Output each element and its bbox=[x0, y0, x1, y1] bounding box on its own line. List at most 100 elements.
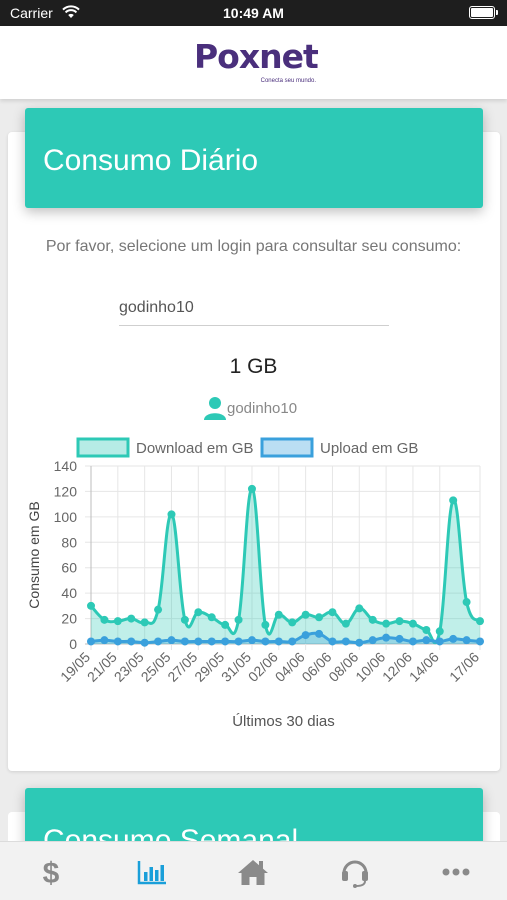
download-data-point bbox=[328, 608, 337, 617]
tab-bar: $ bbox=[0, 841, 507, 900]
login-input[interactable] bbox=[119, 290, 389, 326]
download-data-point bbox=[234, 615, 243, 624]
download-data-point bbox=[462, 598, 471, 607]
x-tick-label: 04/06 bbox=[272, 649, 308, 685]
selected-user: godinho10 bbox=[204, 396, 297, 420]
x-tick-label: 25/05 bbox=[138, 649, 174, 685]
login-instruction: Por favor, selecione um login para consu… bbox=[45, 238, 462, 255]
download-data-point bbox=[435, 627, 444, 636]
x-axis-title: Últimos 30 dias bbox=[232, 713, 335, 730]
download-data-point bbox=[315, 613, 324, 622]
tab-billing[interactable]: $ bbox=[0, 842, 101, 900]
daily-card-title: Consumo Diário bbox=[43, 144, 259, 177]
home-icon bbox=[238, 859, 269, 885]
selected-user-name: godinho10 bbox=[227, 399, 298, 417]
upload-data-point bbox=[247, 636, 256, 645]
y-tick-label: 100 bbox=[54, 509, 78, 525]
x-tick-label: 17/06 bbox=[446, 649, 482, 685]
headset-icon bbox=[341, 860, 368, 888]
x-tick-label: 12/06 bbox=[379, 649, 415, 685]
x-tick-label: 21/05 bbox=[84, 649, 120, 685]
upload-data-point bbox=[194, 637, 203, 646]
status-bar: Carrier 10:49 AM bbox=[0, 0, 507, 26]
y-tick-label: 140 bbox=[54, 458, 78, 474]
upload-data-point bbox=[476, 637, 484, 646]
download-data-point bbox=[368, 615, 377, 624]
download-data-point bbox=[449, 496, 458, 505]
upload-data-point bbox=[234, 637, 243, 646]
upload-data-point bbox=[355, 638, 364, 647]
upload-data-point bbox=[87, 637, 95, 646]
download-data-point bbox=[207, 613, 216, 622]
download-data-point bbox=[221, 620, 230, 629]
download-data-point bbox=[382, 619, 391, 628]
download-data-point bbox=[341, 619, 350, 628]
tab-home[interactable] bbox=[203, 842, 304, 900]
x-tick-label: 14/06 bbox=[406, 649, 442, 685]
upload-data-point bbox=[127, 637, 136, 646]
upload-data-point bbox=[301, 631, 310, 640]
svg-text:$: $ bbox=[42, 857, 59, 889]
download-data-point bbox=[154, 605, 163, 614]
download-data-point bbox=[127, 614, 136, 623]
download-series-area bbox=[91, 488, 480, 644]
upload-data-point bbox=[274, 637, 283, 646]
total-consumption: 1 GB bbox=[229, 355, 278, 378]
poxnet-logo: Poxnet Conecta seu mundo. bbox=[194, 37, 319, 85]
upload-data-point bbox=[462, 636, 471, 645]
dollar-icon: $ bbox=[42, 857, 59, 889]
upload-data-point bbox=[288, 637, 297, 646]
download-data-point bbox=[476, 617, 484, 626]
y-tick-label: 120 bbox=[54, 483, 78, 499]
upload-data-point bbox=[408, 637, 417, 646]
app-header: Poxnet Conecta seu mundo. bbox=[0, 26, 507, 99]
daily-consumption-chart: 0 20 40 60 80 100 120 140 19/0521/0523/0525/0527… bbox=[26, 437, 484, 730]
battery-icon bbox=[469, 6, 498, 19]
logo-wordmark: Poxnet bbox=[194, 37, 319, 76]
y-tick-label: 40 bbox=[61, 585, 77, 601]
download-data-point bbox=[180, 615, 189, 624]
logo-tagline: Conecta seu mundo. bbox=[260, 78, 316, 84]
x-tick-label: 19/05 bbox=[57, 649, 93, 685]
upload-data-point bbox=[221, 637, 230, 646]
tab-more[interactable] bbox=[406, 842, 507, 900]
upload-data-point bbox=[315, 629, 324, 638]
upload-data-point bbox=[382, 633, 391, 642]
upload-data-point bbox=[180, 637, 189, 646]
download-data-point bbox=[395, 617, 404, 626]
daily-card-header: Consumo Diário bbox=[25, 108, 483, 208]
user-icon bbox=[204, 397, 226, 420]
download-data-point bbox=[167, 510, 176, 519]
y-tick-label: 0 bbox=[69, 636, 77, 652]
download-data-point bbox=[87, 601, 95, 610]
upload-data-point bbox=[140, 638, 149, 647]
download-data-point bbox=[140, 618, 149, 627]
download-data-point bbox=[194, 608, 203, 617]
upload-data-point bbox=[395, 634, 404, 643]
x-tick-label: 02/06 bbox=[245, 649, 281, 685]
upload-data-point bbox=[113, 637, 122, 646]
download-data-point bbox=[100, 615, 109, 624]
bar-chart-icon bbox=[137, 860, 167, 884]
y-tick-label: 60 bbox=[61, 560, 77, 576]
tab-consumption[interactable] bbox=[101, 842, 202, 900]
upload-legend-swatch bbox=[260, 437, 314, 458]
upload-data-point bbox=[167, 636, 176, 645]
upload-data-point bbox=[368, 636, 377, 645]
x-tick-label: 29/05 bbox=[191, 649, 227, 685]
download-data-point bbox=[301, 610, 310, 619]
more-icon bbox=[442, 868, 470, 875]
download-series-line bbox=[89, 487, 482, 645]
tab-support[interactable] bbox=[304, 842, 405, 900]
download-data-point bbox=[355, 604, 364, 613]
y-tick-label: 20 bbox=[61, 611, 77, 627]
download-data-point bbox=[422, 626, 431, 635]
upload-data-point bbox=[422, 636, 431, 645]
x-tick-label: 27/05 bbox=[164, 649, 200, 685]
download-legend-label: Download em GB bbox=[136, 440, 254, 457]
download-data-point bbox=[113, 617, 122, 626]
upload-data-point bbox=[449, 634, 458, 643]
upload-data-point bbox=[435, 637, 444, 646]
x-tick-label: 06/06 bbox=[298, 649, 334, 685]
x-tick-label: 08/06 bbox=[325, 649, 361, 685]
